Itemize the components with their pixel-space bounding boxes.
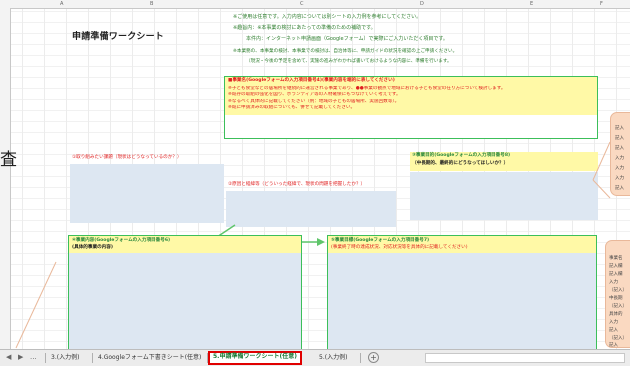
tab-input-example-3[interactable]: 3.(入力例) — [48, 352, 82, 364]
callout-line-left-icon — [15, 261, 57, 349]
tab-separator — [45, 353, 46, 363]
side-note-text: 事業名 — [609, 256, 623, 261]
target-sub-label: (事業終了時の達成状況、対応状況等を具体的に記載してください) — [331, 245, 468, 250]
goal-sub-label: （中長期的、最終的にどうなってほしいか？） — [412, 161, 509, 166]
guidance-line: ※既に申請済みの取組についても、併せて記載してください。 — [228, 105, 356, 110]
side-note-text: 記入欄 — [609, 272, 623, 277]
tab-scroll-left-button[interactable]: ◀ — [6, 353, 11, 362]
sheet-tab-bar: ◀ ▶ ... 3.(入力例) 4.Googleフォーム下書きシート(任意) 5… — [0, 349, 630, 366]
side-note-panel-lower: 事業名 記入欄 記入欄 入力 （記入） 中長期 （記入） 具体的 入力 記入 （… — [605, 240, 630, 348]
cause-input[interactable] — [226, 191, 396, 227]
column-letter: C — [300, 1, 304, 7]
column-letter: A — [60, 1, 64, 7]
spreadsheet-grid[interactable]: A B C D E F 申請準備ワークシート ※ご使用は任意です。入力内容につい… — [0, 0, 630, 349]
column-letter: D — [420, 1, 424, 7]
side-note-text: 記入 — [609, 328, 618, 333]
current-state-input[interactable] — [70, 164, 224, 223]
target-input-box[interactable]: ⑤事業目標(Googleフォームの入力項目番号7) (事業終了時の達成状況、対応… — [327, 235, 597, 349]
side-note-text: 記入 — [615, 126, 624, 131]
column-letter: B — [150, 1, 154, 7]
content-label: ④事業内容(Googleフォームの入力項目番号6) — [72, 238, 171, 243]
instruction-note: （現況・今後の予定を含めて、実施の進みがわかれば書いておけるような内容に、準備を… — [246, 59, 452, 64]
tab-application-worksheet[interactable]: 5.申請準備ワークシート(任意) — [208, 351, 302, 365]
side-note-text: 記入 — [609, 343, 618, 348]
target-label: ⑤事業目標(Googleフォームの入力項目番号7) — [331, 238, 430, 243]
side-note-panel: 記入 記入 記入 入力 入力 入力 記入 — [610, 112, 630, 196]
instruction-note: 本件内：インターネット申請画面（Googleフォーム）で実際にご入力いただく項目… — [246, 36, 448, 42]
side-note-text: （記入） — [609, 304, 627, 309]
instruction-note: ※ご使用は任意です。入力内容については別シートの入力例を参考にしてください。 — [233, 14, 422, 20]
goal-input[interactable] — [410, 172, 598, 220]
target-label-cell: ⑤事業目標(Googleフォームの入力項目番号7) (事業終了時の達成状況、対応… — [328, 236, 596, 253]
side-note-text: 中長期 — [609, 296, 623, 301]
page-title: 申請準備ワークシート — [72, 32, 165, 42]
side-note-text: 入力 — [609, 280, 618, 285]
content-label-cell: ④事業内容(Googleフォームの入力項目番号6) (具体的事業の内容) — [69, 236, 301, 253]
tab-separator — [92, 353, 93, 363]
tab-input-example-5[interactable]: 5.(入力例) — [316, 352, 350, 364]
cause-label: ②原因と経緯等（どういった経緯で、現状の問題を把握したか？） — [228, 182, 366, 187]
side-note-text: 記入 — [615, 146, 624, 151]
column-letter: E — [530, 1, 534, 7]
side-note-text: 記入 — [615, 136, 624, 141]
tab-google-form-draft[interactable]: 4.Googleフォーム下書きシート(任意) — [95, 352, 204, 364]
tab-scroll-right-button[interactable]: ▶ — [18, 353, 23, 362]
content-input-box[interactable]: ④事業内容(Googleフォームの入力項目番号6) (具体的事業の内容) — [68, 235, 302, 349]
side-note-text: 具体的 — [609, 312, 623, 317]
content-sub-label: (具体的事業の内容) — [72, 245, 113, 250]
side-note-text: 記入 — [615, 186, 624, 191]
project-name-guidance: ■事業名(Googleフォームの入力項目番号4)(事業内容を端的に表してください… — [225, 77, 597, 115]
cause-label-row: ②原因と経緯等（どういった経緯で、現状の問題を把握したか？） — [226, 180, 396, 190]
side-note-text: 入力 — [615, 176, 624, 181]
project-name-heading: ■事業名(Googleフォームの入力項目番号4)(事業内容を端的に表してください… — [228, 78, 395, 83]
project-name-input-box[interactable]: ■事業名(Googleフォームの入力項目番号4)(事業内容を端的に表してください… — [224, 76, 598, 139]
horizontal-scrollbar[interactable] — [425, 353, 625, 363]
tab-more-button[interactable]: ... — [30, 353, 37, 362]
current-state-label-row: ①取り組みたい課題（現状はどうなっているのか？） — [70, 153, 225, 163]
column-letter: F — [600, 1, 603, 7]
side-note-text: 入力 — [615, 156, 624, 161]
cropped-text-glyph: 査 — [0, 150, 17, 170]
side-note-text: 入力 — [615, 166, 624, 171]
callout-line-icon — [592, 141, 611, 199]
side-note-text: 記入欄 — [609, 264, 623, 269]
side-note-text: （記入） — [609, 288, 627, 293]
side-note-text: 入力 — [609, 320, 618, 325]
instruction-note: ※趣旨内：※本事業の検討にあたっての準備のための補助です。 — [233, 25, 376, 31]
side-note-text: （記入） — [609, 336, 627, 341]
goal-label: ③事業目的(Googleフォームの入力項目番号8) — [412, 153, 511, 158]
goal-label-cell: ③事業目的(Googleフォームの入力項目番号8) （中長期的、最終的にどうなっ… — [410, 152, 598, 171]
add-sheet-button[interactable]: + — [368, 352, 379, 363]
column-header-bar: A B C D E F — [0, 0, 630, 9]
instruction-note: ※本業務の、本事業の検討、本事業での検討は、自治体等に、申請ガイドの状況を確認の… — [233, 49, 458, 54]
tab-separator — [360, 353, 361, 363]
current-state-label: ①取り組みたい課題（現状はどうなっているのか？） — [72, 155, 182, 160]
